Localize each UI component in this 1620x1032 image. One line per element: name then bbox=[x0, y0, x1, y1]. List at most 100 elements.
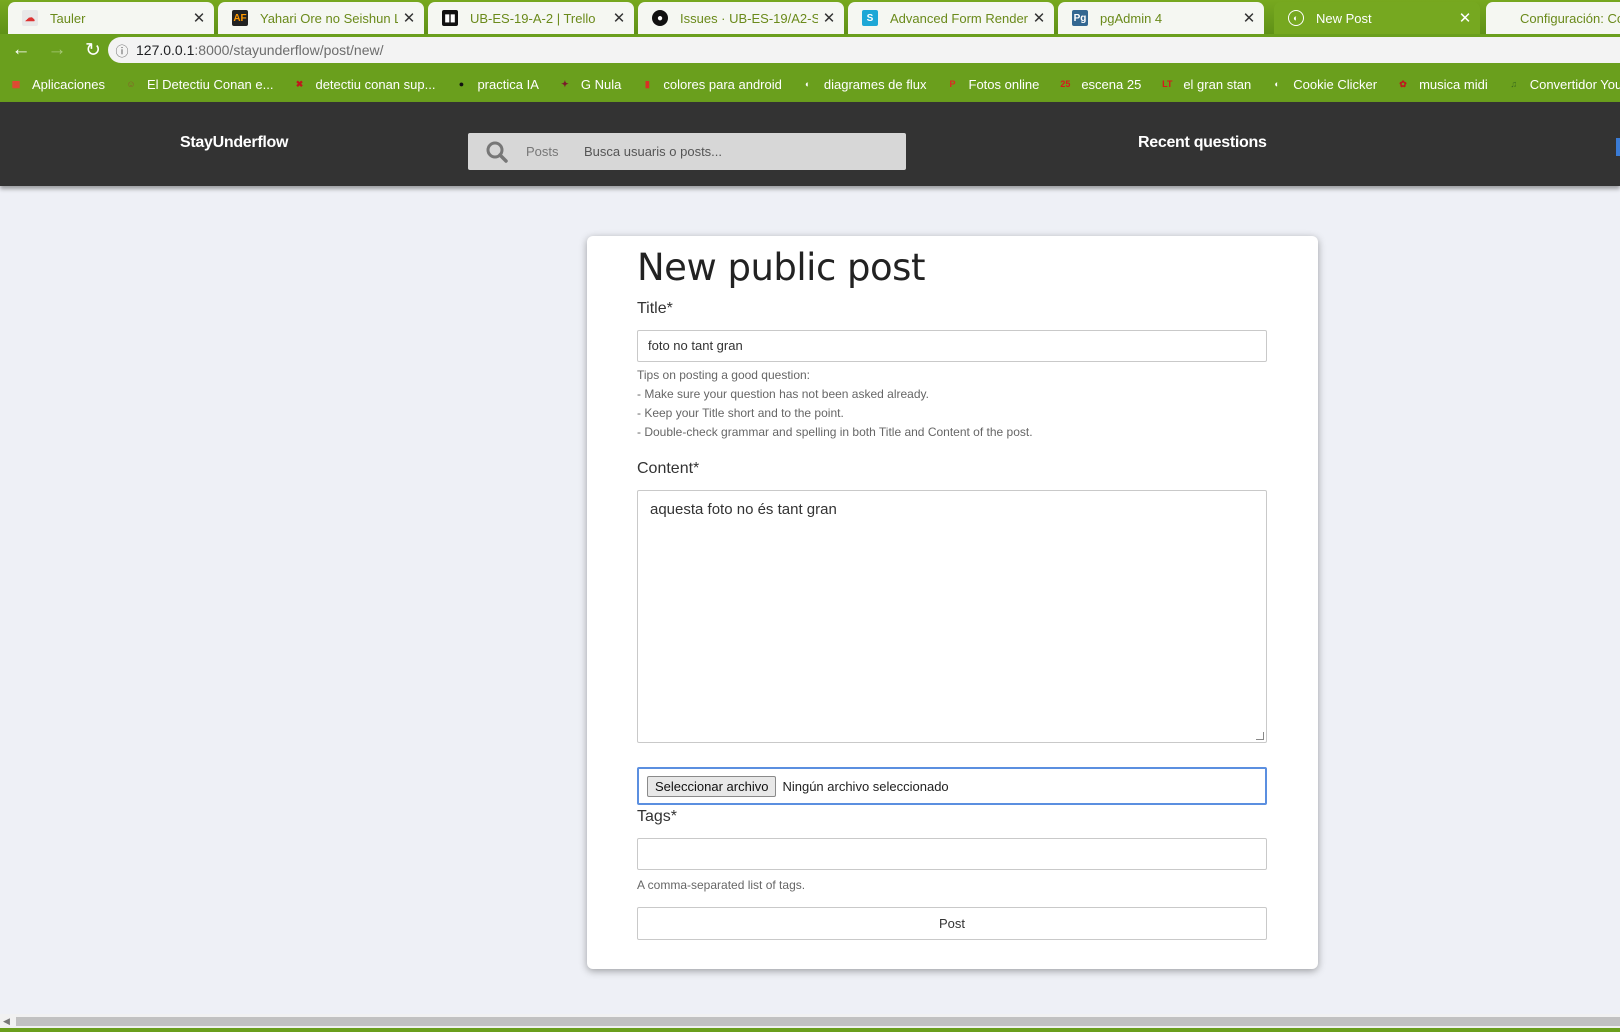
s-favicon-icon: S bbox=[862, 10, 878, 26]
tab-configuracion[interactable]: Configuración: Cor bbox=[1486, 2, 1620, 34]
info-icon[interactable]: ⓘ bbox=[108, 41, 136, 60]
midi-icon: ✿ bbox=[1399, 78, 1407, 89]
palette-icon: ▮ bbox=[644, 78, 650, 89]
tab-trello[interactable]: ▮▮ UB-ES-19-A-2 | Trello ✕ bbox=[428, 2, 634, 34]
conan-icon: ☺ bbox=[126, 79, 136, 89]
bookmark-item[interactable]: LT el gran stan bbox=[1151, 70, 1261, 98]
browser-toolbar: ← → ↻ ⓘ 127.0.0.1:8000/stayunderflow/pos… bbox=[0, 34, 1620, 66]
globe-icon: ◐ bbox=[1274, 79, 1280, 89]
bookmark-item[interactable]: ◐ diagrames de flux bbox=[792, 70, 937, 98]
tip-line: - Make sure your question has not been a… bbox=[637, 387, 929, 401]
bookmark-item[interactable]: ✿ musica midi bbox=[1387, 70, 1498, 98]
address-bar[interactable]: ⓘ 127.0.0.1:8000/stayunderflow/post/new/ bbox=[108, 37, 1620, 63]
page-title: New public post bbox=[637, 246, 925, 289]
tab-strip: ☁ Tauler ✕ AF Yahari Ore no Seishun Love… bbox=[0, 0, 1620, 34]
scrollbar-thumb[interactable] bbox=[16, 1017, 1620, 1026]
bookmark-label: colores para android bbox=[663, 76, 782, 92]
tab-yahari[interactable]: AF Yahari Ore no Seishun Love ✕ bbox=[218, 2, 424, 34]
content-label: Content* bbox=[637, 460, 700, 477]
select-file-button[interactable]: Seleccionar archivo bbox=[647, 775, 777, 797]
tab-title: pgAdmin 4 bbox=[1100, 10, 1163, 26]
reload-icon[interactable]: ↻ bbox=[78, 35, 108, 65]
recent-questions-link[interactable]: Recent questions bbox=[1138, 134, 1267, 152]
brand-logo[interactable]: StayUnderflow bbox=[180, 134, 288, 152]
bookmark-item[interactable]: ● practica IA bbox=[445, 70, 548, 98]
title-label: Title* bbox=[637, 300, 673, 317]
tab-tauler[interactable]: ☁ Tauler ✕ bbox=[8, 2, 214, 34]
title-tips: Tips on posting a good question: - Make … bbox=[637, 366, 1033, 442]
lt-icon: LT bbox=[1162, 79, 1173, 89]
tab-title: Tauler bbox=[50, 10, 86, 26]
title-field[interactable]: foto no tant gran bbox=[637, 330, 1267, 362]
search-icon[interactable] bbox=[468, 141, 526, 163]
new-post-card: New public post Title* foto no tant gran… bbox=[587, 236, 1318, 969]
af-favicon-icon: AF bbox=[232, 10, 248, 26]
bookmark-label: diagrames de flux bbox=[823, 76, 927, 92]
nav-edge-marker bbox=[1616, 138, 1620, 156]
bookmark-item[interactable]: ✦ G Nula bbox=[549, 70, 631, 98]
bookmark-label: Convertidor YouTu... bbox=[1529, 76, 1620, 92]
scroll-left-icon[interactable]: ◀ bbox=[3, 1016, 10, 1027]
bookmark-item[interactable]: ♫ Convertidor YouTu... bbox=[1498, 70, 1620, 98]
file-input[interactable]: Seleccionar archivo Ningún archivo selec… bbox=[637, 767, 1267, 805]
horizontal-scrollbar[interactable]: ◀ bbox=[0, 1014, 1620, 1028]
bookmark-item[interactable]: ☺ El Detectiu Conan e... bbox=[115, 70, 283, 98]
tags-label: Tags* bbox=[637, 808, 678, 825]
search-bar: Posts bbox=[468, 133, 906, 170]
apps-grid-icon: ▦ bbox=[11, 78, 21, 89]
bookmark-item[interactable]: 25 escena 25 bbox=[1049, 70, 1151, 98]
tab-title: New Post bbox=[1316, 10, 1372, 26]
resize-handle-icon[interactable] bbox=[1256, 732, 1264, 740]
bookmark-label: G Nula bbox=[580, 76, 622, 92]
bookmark-label: Cookie Clicker bbox=[1293, 76, 1378, 92]
tab-pgadmin[interactable]: Pg pgAdmin 4 ✕ bbox=[1058, 2, 1264, 34]
close-icon[interactable]: ✕ bbox=[1238, 9, 1260, 27]
bookmarks-bar: ▦ Aplicaciones ☺ El Detectiu Conan e... ✖ det… bbox=[0, 66, 1620, 102]
back-icon[interactable]: ← bbox=[6, 35, 36, 65]
bookmark-label: El Detectiu Conan e... bbox=[147, 76, 274, 92]
tab-advanced-form[interactable]: S Advanced Form Rendering ✕ bbox=[848, 2, 1054, 34]
tab-github-issues[interactable]: ● Issues · UB-ES-19/A2-StayU ✕ bbox=[638, 2, 844, 34]
bookmark-label: detectiu conan sup... bbox=[315, 76, 436, 92]
url-path: :8000/stayunderflow/post/new/ bbox=[194, 42, 384, 58]
25-icon: 25 bbox=[1060, 79, 1071, 89]
github-icon: ● bbox=[652, 10, 668, 26]
close-icon[interactable]: ✕ bbox=[398, 9, 420, 27]
tab-new-post[interactable]: ◐ New Post ✕ bbox=[1274, 2, 1480, 34]
tab-title: Yahari Ore no Seishun Love bbox=[260, 10, 398, 26]
url-host: 127.0.0.1 bbox=[136, 42, 195, 58]
bookmark-item[interactable]: ▦ Aplicaciones bbox=[0, 70, 115, 98]
close-icon[interactable]: ✕ bbox=[1028, 9, 1050, 27]
search-input[interactable] bbox=[584, 144, 884, 159]
post-button[interactable]: Post bbox=[637, 907, 1267, 940]
close-icon[interactable]: ✕ bbox=[818, 9, 840, 27]
bookmark-item[interactable]: ▮ colores para android bbox=[631, 70, 792, 98]
bookmark-item[interactable]: ◐ Cookie Clicker bbox=[1261, 70, 1387, 98]
bookmark-label: Fotos online bbox=[968, 76, 1040, 92]
tab-title: UB-ES-19-A-2 | Trello bbox=[470, 10, 596, 26]
tip-line: - Double-check grammar and spelling in b… bbox=[637, 425, 1033, 439]
bookmark-label: Aplicaciones bbox=[32, 76, 105, 92]
content-textarea[interactable]: aquesta foto no és tant gran bbox=[637, 490, 1267, 743]
content-text: aquesta foto no és tant gran bbox=[650, 501, 837, 518]
p-icon: P bbox=[949, 79, 956, 89]
tab-title: Configuración: Cor bbox=[1520, 10, 1620, 26]
bookmark-label: escena 25 bbox=[1081, 76, 1142, 92]
bookmark-item[interactable]: P Fotos online bbox=[937, 70, 1050, 98]
forward-icon[interactable]: → bbox=[42, 35, 72, 65]
close-icon[interactable]: ✕ bbox=[1454, 9, 1476, 27]
close-icon[interactable]: ✕ bbox=[188, 9, 210, 27]
trello-favicon-icon: ☁ bbox=[22, 10, 38, 26]
file-status: Ningún archivo seleccionado bbox=[782, 778, 949, 794]
tags-field[interactable] bbox=[637, 838, 1267, 870]
anime-icon: ✦ bbox=[561, 78, 569, 89]
trello-icon: ▮▮ bbox=[442, 10, 458, 26]
bookmark-item[interactable]: ✖ detectiu conan sup... bbox=[283, 70, 445, 98]
close-icon[interactable]: ✕ bbox=[608, 9, 630, 27]
bookmark-label: musica midi bbox=[1419, 76, 1488, 92]
search-scope[interactable]: Posts bbox=[526, 144, 584, 159]
tab-title: Issues · UB-ES-19/A2-StayU bbox=[680, 10, 818, 26]
tags-help: A comma-separated list of tags. bbox=[637, 878, 806, 892]
app-navbar: StayUnderflow Posts Recent questions bbox=[0, 102, 1620, 186]
conan-x-icon: ✖ bbox=[295, 78, 304, 89]
